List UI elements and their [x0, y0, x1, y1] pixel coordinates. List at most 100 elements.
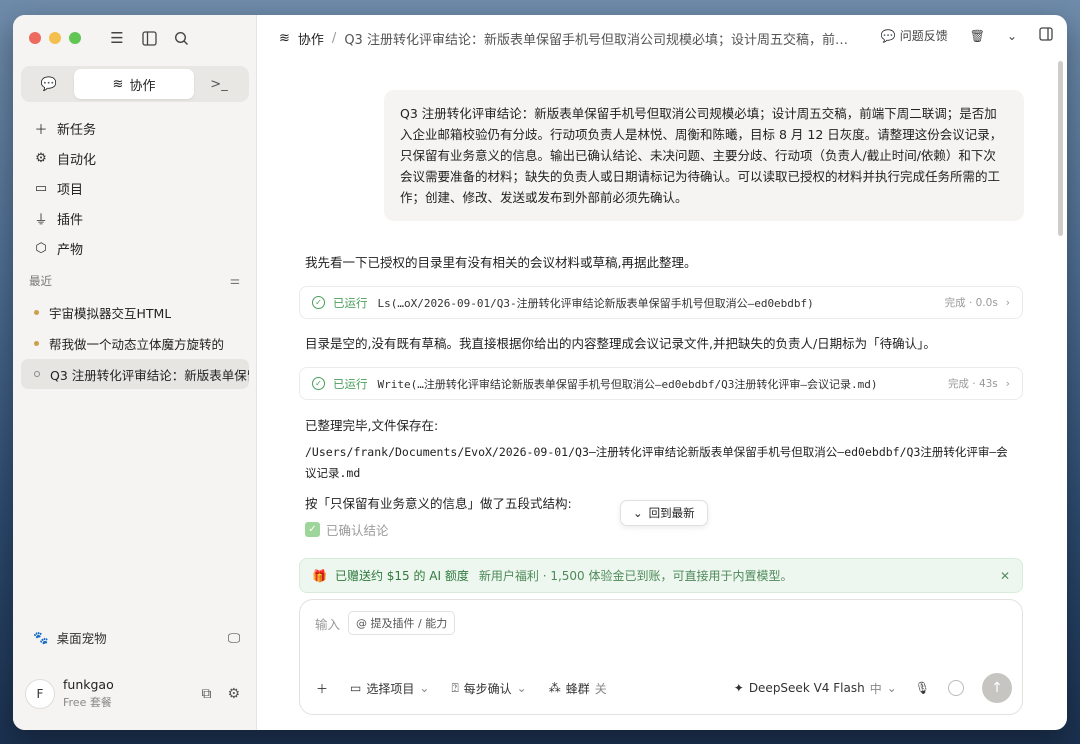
- automation-icon: ⚙: [35, 150, 47, 166]
- confirm-mode-button[interactable]: ⍰ 每步确认 ⌄: [451, 680, 526, 697]
- terminal-mode-tab[interactable]: >_: [194, 69, 244, 99]
- chevron-down-icon[interactable]: ⌄: [1007, 29, 1017, 43]
- sidebar-item-new-task[interactable]: ＋ 新任务: [21, 113, 249, 143]
- close-icon[interactable]: ✕: [1000, 569, 1010, 583]
- shield-question-icon: ⍰: [451, 680, 459, 695]
- confirmed-heading: ✓ 已确认结论: [305, 520, 389, 539]
- model-selector[interactable]: ✦ DeepSeek V4 Flash 中 ⌄: [734, 680, 897, 697]
- credit-banner: 🎁 已赠送约 $15 的 AI 额度 新用户福利 · 1,500 体验金已到账，…: [299, 558, 1023, 593]
- sidebar-nav: ＋ 新任务 ⚙ 自动化 ▭ 项目 ⏚ 插件 ⬡ 产物: [21, 113, 249, 263]
- confirm-mode-label: 每步确认: [463, 681, 512, 696]
- user-plan: Free 套餐: [63, 696, 112, 709]
- folder-icon: ▭: [350, 681, 362, 695]
- sidebar-item-plugins[interactable]: ⏚ 插件: [21, 203, 249, 233]
- jump-to-latest-button[interactable]: ⌄ 回到最新: [620, 500, 708, 526]
- bullet-icon: [34, 340, 39, 346]
- sidebar-item-label: 自动化: [57, 152, 97, 168]
- swarm-toggle[interactable]: ⁂ 蜂群 关: [549, 680, 607, 697]
- recent-list: 宇宙模拟器交互HTML 帮我做一个动态立体魔方旋转的 Q3 注册转化评审结论：新…: [21, 297, 249, 390]
- file-path: /Users/frank/Documents/EvoX/2026-09-01/Q…: [305, 445, 1008, 480]
- tool-call-row[interactable]: ✓ 已运行 Ls(…oX/2026-09-01/Q3-注册转化评审结论新版表单保…: [299, 286, 1023, 319]
- filter-icon[interactable]: ⚌: [230, 273, 240, 289]
- desktop-pet-row[interactable]: 🐾 桌面宠物 🖵: [33, 628, 240, 647]
- sparkle-icon: ✦: [733, 681, 744, 695]
- tool-meta: 完成 · 43s: [947, 378, 998, 390]
- sidebar-toggle-icon[interactable]: [140, 29, 158, 47]
- search-icon[interactable]: [172, 29, 190, 47]
- devices-icon[interactable]: ⧉: [201, 686, 211, 702]
- chevron-down-icon: ⌄: [516, 681, 527, 695]
- arrow-up-icon: ↑: [991, 680, 1003, 696]
- composer[interactable]: 输入 @ 提及插件 / 能力 ＋ ▭ 选择项目 ⌄ ⍰ 每步确认 ⌄ ⁂ 蜂群: [299, 599, 1023, 715]
- collab-icon: ≋: [279, 30, 290, 46]
- bullet-icon: [34, 309, 39, 315]
- breadcrumb-root[interactable]: 协作: [298, 29, 324, 48]
- tool-command: Write(…注册转化评审结论新版表单保留手机号但取消公—ed0ebdbf/Q3…: [377, 377, 878, 391]
- effort-label: 中: [869, 681, 882, 696]
- select-project-button[interactable]: ▭ 选择项目 ⌄: [350, 680, 429, 697]
- recent-item-active[interactable]: Q3 注册转化评审结论：新版表单保留手机号但取消公司规模必填: [21, 359, 249, 389]
- top-bar: ≋ 协作 / Q3 注册转化评审结论：新版表单保留手机号但取消公司规模必填；设计…: [257, 15, 1067, 61]
- gear-icon[interactable]: ⚙: [227, 686, 240, 702]
- scrollbar[interactable]: [1058, 61, 1063, 236]
- minimize-window-button[interactable]: [49, 32, 61, 44]
- assistant-message: 目录是空的,没有既有草稿。我直接根据你给出的内容整理成会议记录文件,并把缺失的负…: [305, 336, 936, 351]
- terminal-icon: >_: [210, 76, 228, 92]
- recent-item[interactable]: 宇宙模拟器交互HTML: [21, 297, 249, 327]
- select-project-label: 选择项目: [366, 681, 415, 696]
- tool-meta: 完成 · 0.0s: [944, 297, 998, 309]
- send-button[interactable]: ↑: [982, 673, 1012, 703]
- tool-status: 已运行: [333, 376, 368, 391]
- sidebar-item-artifacts[interactable]: ⬡ 产物: [21, 233, 249, 263]
- gift-icon: 🎁: [312, 568, 327, 583]
- collab-mode-tab[interactable]: ≋ 协作: [74, 69, 194, 99]
- trash-icon[interactable]: 🗑: [970, 29, 985, 43]
- sidebar-item-label: 新任务: [57, 122, 97, 138]
- sidebar-item-label: 插件: [57, 212, 84, 228]
- desktop-pet-label: 桌面宠物: [56, 631, 107, 646]
- sidebar-item-label: 项目: [57, 182, 84, 198]
- composer-toolbar: ＋ ▭ 选择项目 ⌄ ⍰ 每步确认 ⌄ ⁂ 蜂群 关 ✦ DeepSeek V4…: [316, 672, 1012, 704]
- tool-call-row[interactable]: ✓ 已运行 Write(…注册转化评审结论新版表单保留手机号但取消公—ed0eb…: [299, 367, 1023, 400]
- panel-toggle-icon[interactable]: [1039, 27, 1053, 44]
- recent-label: 最近: [29, 274, 52, 288]
- feedback-label: 问题反馈: [899, 29, 948, 43]
- chevron-right-icon: ›: [1005, 377, 1010, 390]
- chevron-down-icon: ⌄: [419, 681, 430, 695]
- breadcrumb: ≋ 协作 / Q3 注册转化评审结论：新版表单保留手机号但取消公司规模必填；设计…: [279, 29, 859, 48]
- close-window-button[interactable]: [29, 32, 41, 44]
- cube-icon: ⬡: [35, 240, 47, 256]
- microphone-icon[interactable]: 🎙: [915, 681, 930, 695]
- feedback-button[interactable]: 💬 问题反馈: [881, 27, 948, 44]
- swarm-label: 蜂群: [565, 681, 590, 696]
- chat-mode-tab[interactable]: 💬: [24, 69, 74, 99]
- collab-icon: ≋: [112, 76, 124, 92]
- maximize-window-button[interactable]: [69, 32, 81, 44]
- breadcrumb-current: Q3 注册转化评审结论：新版表单保留手机号但取消公司规模必填；设计周五交稿，前端…: [344, 32, 860, 48]
- attach-button[interactable]: ＋: [316, 680, 328, 697]
- sidebar-item-label: 产物: [57, 242, 84, 258]
- checkbox-icon: ✓: [305, 522, 320, 537]
- user-profile: F funkgao Free 套餐 ⧉ ⚙: [25, 677, 240, 710]
- monitor-icon[interactable]: 🖵: [228, 630, 240, 646]
- collab-tab-label: 协作: [129, 78, 156, 94]
- user-message: Q3 注册转化评审结论：新版表单保留手机号但取消公司规模必填；设计周五交稿，前端…: [384, 90, 1024, 221]
- chevron-down-icon: ⌄: [633, 506, 643, 520]
- sidebar: ☰ 💬 ≋ 协作 >_ ＋ 新任务 ⚙ 自动化 ▭ 项目 ⏚ 插件 ⬡ 产物 最…: [13, 15, 257, 730]
- mention-chip[interactable]: @ 提及插件 / 能力: [348, 611, 456, 635]
- model-label: DeepSeek V4 Flash: [748, 681, 865, 695]
- recent-item[interactable]: 帮我做一个动态立体魔方旋转的: [21, 328, 249, 358]
- avatar[interactable]: F: [25, 678, 55, 709]
- menu-icon[interactable]: ☰: [108, 29, 126, 47]
- top-actions: 💬 问题反馈 🗑 ⌄: [881, 27, 1053, 44]
- check-circle-icon: ✓: [312, 377, 325, 390]
- sidebar-item-projects[interactable]: ▭ 项目: [21, 173, 249, 203]
- jump-to-latest-label: 回到最新: [648, 506, 695, 520]
- message-input[interactable]: 输入: [315, 614, 340, 633]
- recent-item-label: Q3 注册转化评审结论：新版表单保留手机号但取消公司规模必填: [50, 367, 249, 383]
- banner-subtitle: 新用户福利 · 1,500 体验金已到账，可直接用于内置模型。: [478, 569, 793, 583]
- breadcrumb-separator: /: [331, 30, 337, 46]
- plus-icon: ＋: [316, 681, 329, 696]
- chevron-right-icon: ›: [1005, 296, 1010, 309]
- sidebar-item-automation[interactable]: ⚙ 自动化: [21, 143, 249, 173]
